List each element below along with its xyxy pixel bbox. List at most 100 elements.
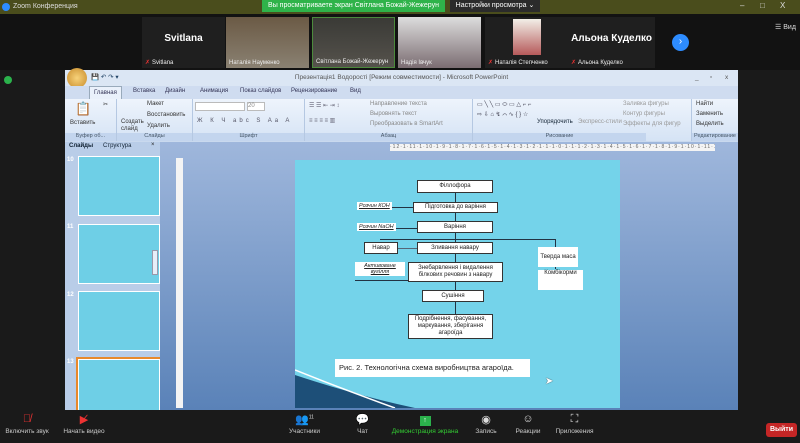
close-pane-icon[interactable]: ×: [151, 142, 155, 148]
tab-slideshow[interactable]: Показ слайдов: [240, 88, 281, 94]
select-button[interactable]: Выделить: [696, 121, 724, 127]
avatar: [513, 19, 541, 55]
video-off-icon: ▶̸: [79, 414, 89, 426]
tab-outline[interactable]: Структура: [103, 143, 131, 149]
participant-name: Світлана Божай-Жежерун: [316, 59, 389, 65]
group-editing: Найти Заменить Выделить Редактирование: [691, 99, 738, 141]
share-screen-button[interactable]: ↑ Демонстрация экрана: [390, 410, 460, 443]
tab-review[interactable]: Рецензирование: [291, 88, 337, 94]
group-paragraph: ☰ ☰ ⇤ ⇥ ↕ ≡ ≡ ≡ ≡ ▥ Направление текста В…: [305, 99, 473, 141]
share-screen-icon: ↑: [390, 413, 460, 428]
start-video-button[interactable]: ▶̸ Начать видео: [58, 410, 110, 443]
smartart-button[interactable]: Преобразовать в SmartArt: [370, 121, 443, 127]
participants-button[interactable]: 👥11 Участники: [282, 410, 327, 443]
arrange-button[interactable]: Упорядочить: [537, 119, 573, 125]
participant-name: Альона Куделко: [578, 60, 623, 66]
slides-pane: Слайды Структура × 10 11 12 13: [65, 142, 162, 421]
flow-box-navar: Навар: [364, 242, 398, 254]
align-buttons[interactable]: ≡ ≡ ≡ ≡ ▥: [309, 117, 335, 124]
reactions-icon: ☺: [522, 413, 534, 425]
maximize-button[interactable]: □: [760, 1, 765, 10]
scrollbar-thumb[interactable]: [152, 250, 158, 275]
participant-big-name: Svitlana: [164, 33, 203, 44]
minimize-button[interactable]: –: [740, 1, 744, 10]
replace-button[interactable]: Заменить: [696, 111, 723, 117]
shape-fill-button[interactable]: Заливка фигуры: [623, 101, 669, 107]
participant-tile[interactable]: Надія Івчук: [398, 17, 481, 68]
group-label: Слайды: [117, 133, 192, 141]
participant-tile[interactable]: Svitlana ✗ Svitlana: [142, 17, 225, 68]
view-label: Вид: [783, 24, 796, 31]
slide-thumbnail[interactable]: [78, 156, 160, 216]
flow-box-fillofora: Філлофора: [417, 180, 493, 193]
tab-slides[interactable]: Слайды: [69, 143, 93, 149]
text-direction-button[interactable]: Направление текста: [370, 101, 427, 107]
slide-canvas: Філлофора Підготовка до варіння Розчин К…: [295, 160, 620, 408]
quick-styles-button[interactable]: Экспресс-стили: [578, 119, 622, 125]
paste-button[interactable]: Вставить: [70, 120, 95, 126]
new-slide-button[interactable]: Создать слайд: [121, 119, 144, 133]
shape-effects-button[interactable]: Эффекты для фигур: [623, 121, 681, 127]
leave-button[interactable]: Выйти: [766, 423, 797, 437]
tab-home[interactable]: Главная: [89, 86, 122, 99]
shapes-gallery[interactable]: ▭ ╲ ╲ ▭ ⬭ ▭ △ ⌐ ⌐ ⇨ ⇩ ⌂ ↯ ⌒ ∿ { } ☆: [477, 100, 535, 120]
apps-label: Приложения: [555, 428, 594, 435]
participant-name: Наталія Степченко: [495, 60, 548, 66]
flow-box-prep: Підготовка до варіння: [413, 202, 498, 213]
unmute-button[interactable]: 🎙̸ Включить звук: [2, 410, 52, 443]
participant-name: Наталія Науменко: [229, 60, 280, 66]
record-label: Запись: [475, 428, 497, 435]
close-button[interactable]: X: [780, 1, 785, 10]
delete-button[interactable]: Удалить: [147, 123, 170, 129]
group-label: Буфер об...: [65, 133, 116, 141]
ppt-maximize[interactable]: ▫: [710, 70, 712, 86]
ribbon: 📋 Вставить ✂ Буфер об... Создать слайд М…: [65, 99, 738, 141]
connector-line: [380, 239, 555, 240]
mic-muted-icon: ✗: [145, 60, 151, 66]
participants-label: Участники: [288, 428, 321, 435]
office-button[interactable]: [67, 68, 87, 88]
tab-animation[interactable]: Анимация: [200, 88, 228, 94]
tab-insert[interactable]: Вставка: [133, 88, 155, 94]
ppt-minimize[interactable]: _: [695, 70, 699, 86]
slide-number: 13: [67, 359, 74, 365]
video-gallery: Svitlana ✗ Svitlana Наталія Науменко Світл…: [0, 14, 800, 70]
view-settings-button[interactable]: Настройки просмотра ⌄: [450, 0, 540, 12]
cut-icon[interactable]: ✂: [103, 101, 108, 108]
reactions-button[interactable]: ☺ Реакции: [512, 410, 544, 443]
next-page-button[interactable]: ›: [672, 34, 689, 51]
font-format-buttons[interactable]: Ж К Ч abc S Aa A: [197, 118, 292, 124]
start-video-label: Начать видео: [63, 428, 105, 435]
find-button[interactable]: Найти: [696, 101, 713, 107]
participant-tile[interactable]: Альона Куделко ✗ Альона Куделко: [568, 17, 655, 68]
chat-button[interactable]: 💬 Чат: [350, 410, 375, 443]
slide-thumbnail[interactable]: [78, 291, 160, 351]
shape-outline-button[interactable]: Контур фигуры: [623, 111, 665, 117]
align-text-button[interactable]: Выровнять текст: [370, 111, 417, 117]
label-carbon: Активоване вугілля: [355, 262, 405, 276]
participant-tile-active[interactable]: Світлана Божай-Жежерун: [312, 17, 395, 68]
tab-view[interactable]: Вид: [350, 88, 361, 94]
slide-thumbnail[interactable]: [78, 224, 160, 284]
slide-number: 11: [67, 224, 74, 230]
mic-muted-icon: ✗: [571, 60, 577, 66]
tab-design[interactable]: Дизайн: [165, 88, 185, 94]
unmute-label: Включить звук: [5, 428, 49, 435]
font-size-select[interactable]: 20: [247, 102, 265, 111]
quick-access-toolbar[interactable]: 💾 ↶ ↷ ▾: [91, 70, 119, 86]
group-clipboard: 📋 Вставить ✂ Буфер об...: [65, 99, 117, 141]
list-buttons[interactable]: ☰ ☰ ⇤ ⇥ ↕: [309, 102, 339, 109]
reset-button[interactable]: Восстановить: [147, 112, 185, 118]
apps-button[interactable]: ⛶ Приложения: [552, 410, 597, 443]
group-slides: Создать слайд Макет Восстановить Удалить…: [117, 99, 193, 141]
participant-tile[interactable]: Наталія Науменко: [226, 17, 309, 68]
font-name-select[interactable]: [195, 102, 245, 111]
record-button[interactable]: ◉ Запись: [472, 410, 500, 443]
view-button[interactable]: ☰ Вид: [775, 23, 796, 31]
ppt-close[interactable]: x: [725, 70, 728, 86]
apps-icon: ⛶: [570, 413, 579, 425]
reactions-label: Реакции: [515, 428, 541, 435]
participant-tile[interactable]: ✗ Наталія Степченко: [485, 17, 568, 68]
horizontal-ruler: ·12·1·11·1·10·1·9·1·8·1·7·1·6·1·5·1·4·1·…: [390, 144, 715, 151]
layout-button[interactable]: Макет: [147, 101, 164, 107]
